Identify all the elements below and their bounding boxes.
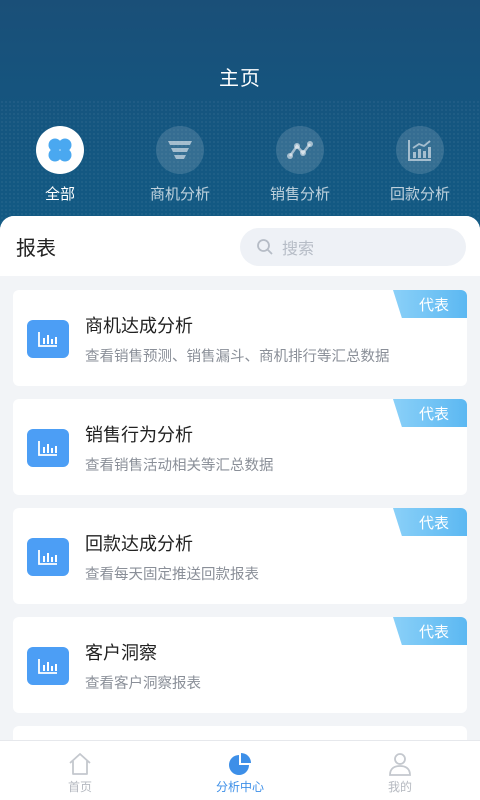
report-description: 查看销售预测、销售漏斗、商机排行等汇总数据 (85, 349, 390, 365)
pie-chart-icon (229, 753, 251, 775)
report-description: 查看每天固定推送回款报表 (85, 567, 259, 583)
report-title: 商机达成分析 (85, 316, 193, 337)
search-placeholder: 搜索 (282, 239, 315, 258)
report-title: 销售行为分析 (85, 425, 193, 446)
representative-badge: 代表 (393, 508, 467, 536)
clover-icon (36, 126, 84, 174)
category-sales[interactable]: 销售分析 (240, 126, 360, 204)
report-description: 查看销售活动相关等汇总数据 (85, 458, 274, 474)
report-header: 报表 搜索 (0, 216, 480, 276)
section-title: 报表 (16, 236, 56, 260)
user-icon (389, 753, 411, 776)
report-chart-icon (27, 320, 69, 358)
funnel-icon (156, 126, 204, 174)
bottom-tab-bar: 首页 分析中心 我的 (0, 740, 480, 800)
report-panel: 报表 搜索 商机达成分析 查看销售预测、销售漏斗、商机排行等汇总数据 代表 销售… (0, 216, 480, 756)
representative-badge: 代表 (393, 399, 467, 427)
category-label: 销售分析 (269, 185, 330, 203)
report-chart-icon (27, 647, 69, 685)
header: 主页 全部 商机分析 销售分析 回款分析 (0, 0, 480, 236)
category-bar: 全部 商机分析 销售分析 回款分析 (0, 126, 480, 206)
report-card-payment[interactable]: 回款达成分析 查看每天固定推送回款报表 代表 (13, 508, 467, 604)
report-card-sales-behavior[interactable]: 销售行为分析 查看销售活动相关等汇总数据 代表 (13, 399, 467, 495)
trend-icon (276, 126, 324, 174)
tab-mine[interactable]: 我的 (320, 741, 480, 800)
search-input[interactable]: 搜索 (240, 228, 466, 266)
representative-badge: 代表 (393, 617, 467, 645)
report-title: 回款达成分析 (85, 534, 193, 555)
representative-badge: 代表 (393, 290, 467, 318)
tab-label: 分析中心 (215, 780, 264, 794)
report-chart-icon (27, 429, 69, 467)
report-card-opportunity[interactable]: 商机达成分析 查看销售预测、销售漏斗、商机排行等汇总数据 代表 (13, 290, 467, 386)
category-label: 回款分析 (389, 185, 450, 203)
tab-label: 首页 (67, 780, 92, 794)
bar-chart-up-icon (396, 126, 444, 174)
category-label: 全部 (44, 185, 75, 203)
report-description: 查看客户洞察报表 (85, 676, 201, 692)
page-title: 主页 (219, 66, 261, 90)
category-all[interactable]: 全部 (0, 126, 120, 204)
tab-home[interactable]: 首页 (0, 741, 160, 800)
category-opportunity[interactable]: 商机分析 (120, 126, 240, 204)
category-payment[interactable]: 回款分析 (360, 126, 480, 204)
tab-label: 我的 (387, 780, 412, 794)
category-label: 商机分析 (149, 185, 210, 203)
report-card-customer[interactable]: 客户洞察 查看客户洞察报表 代表 (13, 617, 467, 713)
tab-analysis-center[interactable]: 分析中心 (160, 741, 320, 800)
home-icon (69, 753, 91, 775)
report-title: 客户洞察 (85, 643, 157, 664)
report-chart-icon (27, 538, 69, 576)
search-icon (257, 239, 273, 255)
